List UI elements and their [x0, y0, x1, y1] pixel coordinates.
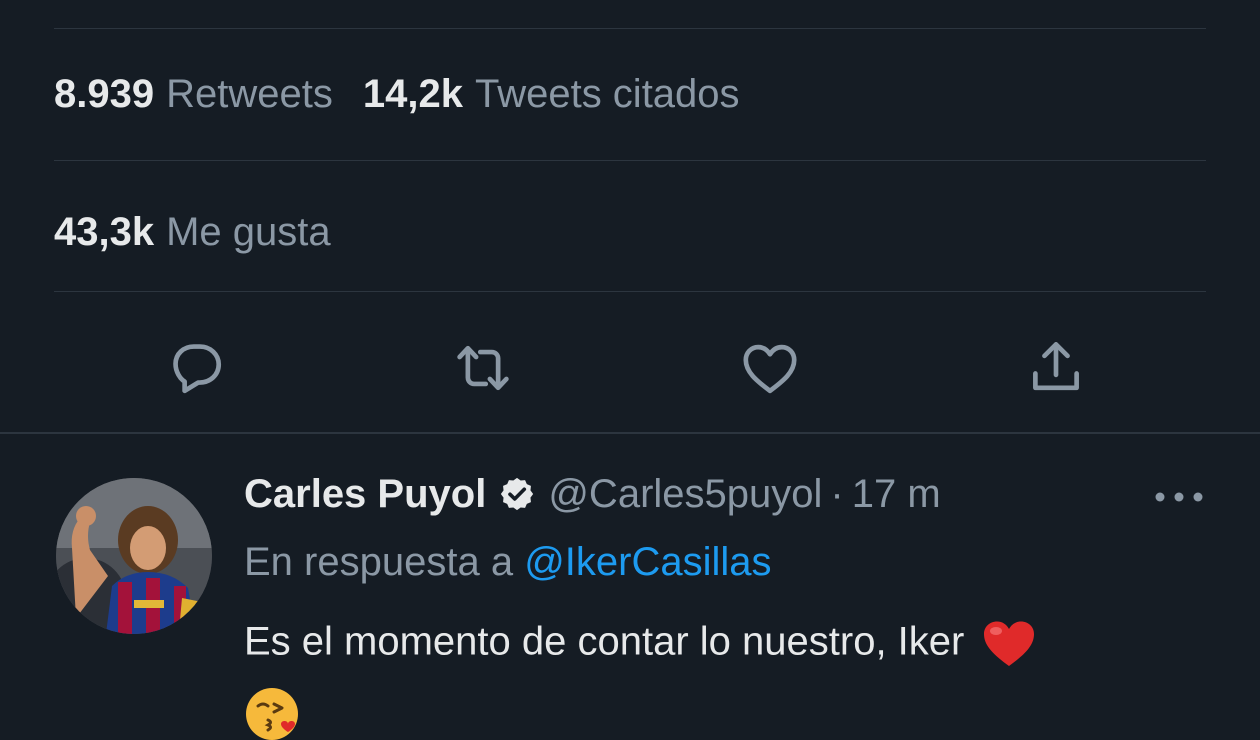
retweets-label: Retweets: [166, 72, 333, 116]
mention-link[interactable]: @IkerCasillas: [524, 540, 771, 584]
retweet-icon: [457, 345, 509, 391]
face-blowing-kiss-emoji-icon: [246, 688, 298, 740]
tweet-detail-view: 8.939 Retweets 14,2k Tweets citados 43,3…: [0, 0, 1260, 740]
reply-header: Carles Puyol @Carles5puyol · 17 m: [244, 474, 941, 514]
in-reply-to-line: En respuesta a @IkerCasillas: [244, 542, 772, 582]
top-divider: [54, 28, 1206, 29]
retweet-button[interactable]: [443, 328, 523, 408]
reply-button[interactable]: [157, 328, 237, 408]
engagement-stats-row: 8.939 Retweets 14,2k Tweets citados: [54, 74, 740, 114]
share-button[interactable]: [1016, 328, 1096, 408]
avatar[interactable]: [56, 478, 212, 634]
more-dots-icon: [1155, 492, 1203, 502]
timestamp[interactable]: 17 m: [852, 474, 941, 514]
quote-tweets-label: Tweets citados: [474, 72, 740, 116]
red-heart-emoji-icon: [984, 621, 1035, 666]
separator-dot: ·: [830, 472, 844, 516]
stats-divider: [54, 160, 1206, 161]
likes-divider: [54, 291, 1206, 292]
tweet-actions-bar: [0, 328, 1260, 408]
likes-count: 43,3k: [54, 210, 155, 254]
likes-label: Me gusta: [166, 210, 331, 254]
retweets-stat[interactable]: 8.939 Retweets: [54, 74, 333, 114]
tweet-body: Es el momento de contar lo nuestro, Iker: [244, 620, 1184, 668]
quote-tweets-count: 14,2k: [362, 72, 463, 116]
like-button[interactable]: [730, 328, 810, 408]
more-options-button[interactable]: [1152, 482, 1206, 512]
reply-icon: [173, 344, 222, 394]
verified-badge-icon: [501, 477, 534, 511]
author-name[interactable]: Carles Puyol: [244, 474, 486, 514]
heart-outline-icon: [743, 344, 797, 394]
share-icon: [1033, 342, 1079, 391]
author-handle[interactable]: @Carles5puyol: [548, 474, 822, 514]
tweet-text: Es el momento de contar lo nuestro, Iker: [244, 619, 965, 664]
reply-tweet[interactable]: Carles Puyol @Carles5puyol · 17 m En res…: [0, 434, 1260, 740]
retweets-count: 8.939: [54, 72, 155, 116]
in-reply-to-prefix: En respuesta a: [244, 540, 514, 584]
profile-photo-image: [56, 478, 212, 634]
tweet-emoji-line: [244, 684, 304, 740]
likes-stat[interactable]: 43,3k Me gusta: [54, 212, 331, 252]
quote-tweets-stat[interactable]: 14,2k Tweets citados: [363, 74, 740, 114]
